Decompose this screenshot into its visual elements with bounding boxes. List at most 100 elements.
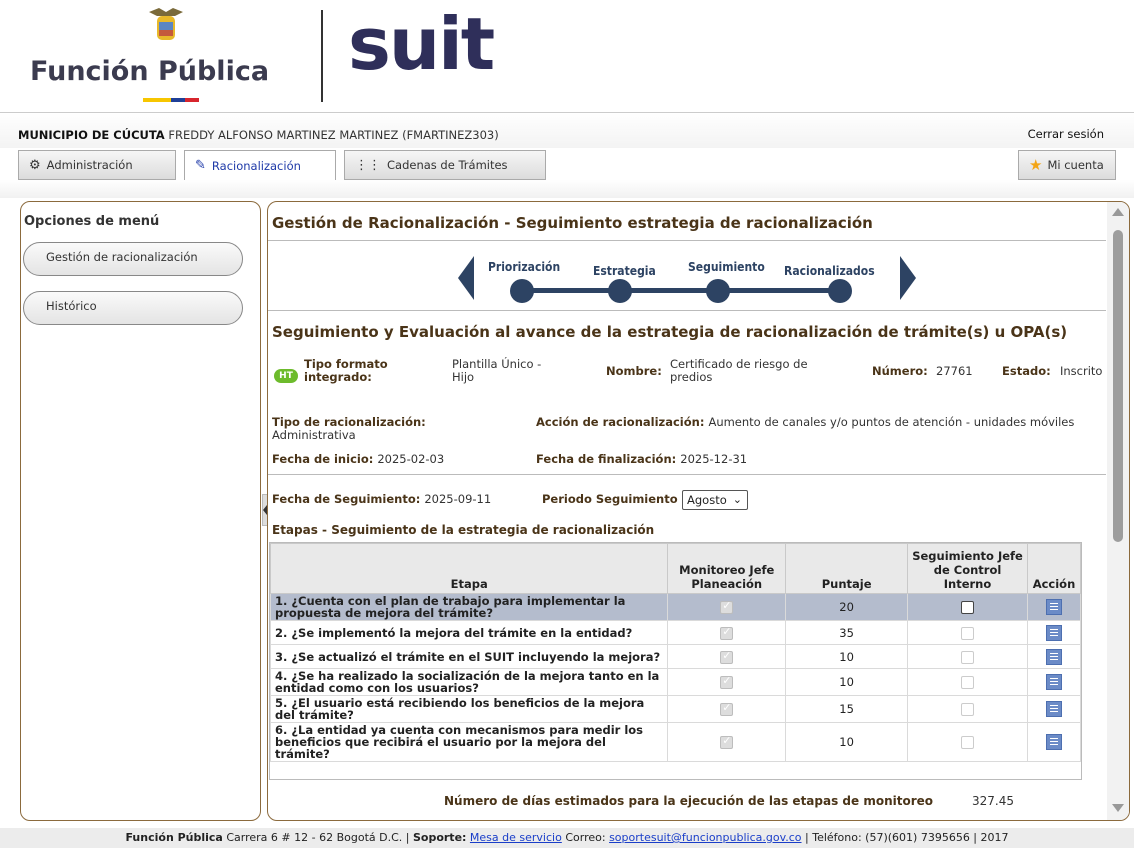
footer-correo-label: Correo: [565,831,606,844]
menu-item-gestion[interactable]: Gestión de racionalización [23,242,243,276]
user-info: MUNICIPIO DE CÚCUTA FREDDY ALFONSO MARTI… [18,128,499,142]
step-dot-priorizacion[interactable] [510,279,534,303]
scroll-thumb[interactable] [1113,230,1123,542]
table-row[interactable]: 1. ¿Cuenta con el plan de trabajo para i… [269,593,1082,621]
divider [268,474,1106,475]
dias-value: 327.45 [972,794,1014,808]
scroll-up-arrow-icon[interactable] [1112,208,1124,216]
step-label-seguimiento: Seguimiento [688,260,765,274]
section-subtitle: Seguimiento y Evaluación al avance de la… [272,323,1068,341]
tipo-racionalizacion-label-text: Tipo de racionalización: [272,415,426,429]
seguimiento-checkbox[interactable] [961,601,974,614]
step-label-priorizacion: Priorización [488,260,561,274]
step-dot-estrategia[interactable] [608,279,632,303]
monitoreo-checkbox [720,674,734,689]
seguimiento-cell [907,722,1028,762]
seguimiento-cell [907,668,1028,696]
monitoreo-cell [667,620,787,645]
fecha-seguimiento-label: Fecha de Seguimiento: [272,492,421,506]
vertical-scrollbar[interactable] [1107,202,1129,820]
puntaje-cell: 10 [785,644,909,669]
estado-value: Inscrito [1060,364,1103,378]
fecha-finalizacion: Fecha de finalización: 2025-12-31 [536,452,747,466]
accion-value: Aumento de canales y/o puntos de atenció… [708,415,1075,429]
col-puntaje: Puntaje [785,543,909,594]
my-account-button[interactable]: ★ Mi cuenta [1018,150,1116,180]
periodo-select[interactable]: Agosto ⌄ [682,490,748,510]
table-row[interactable]: 2. ¿Se implementó la mejora del trámite … [269,620,1082,645]
tipo-formato-value: Plantilla Único - Hijo [452,357,542,384]
fecha-fin-value: 2025-12-31 [680,452,748,466]
seguimiento-checkbox [961,736,974,749]
stepper-line [514,288,849,293]
etapa-cell: 6. ¿La entidad ya cuenta con mecanismos … [269,722,669,762]
footer-address: Carrera 6 # 12 - 62 Bogotá D.C. | [226,831,410,844]
ht-badge: HT [274,369,298,383]
etapa-cell: 2. ¿Se implementó la mejora del trámite … [269,620,669,645]
menu-item-historico[interactable]: Histórico [23,291,243,325]
accion-cell [1026,722,1082,762]
seguimiento-cell [907,620,1028,645]
site-header: Función Pública suit [0,0,1134,110]
tab-racionalizacion[interactable]: ✎ Racionalización [184,150,336,180]
funcion-publica-logo: Función Pública [30,6,300,106]
email-link[interactable]: soportesuit@funcionpublica.gov.co [609,831,801,844]
table-row[interactable]: 5. ¿El usuario está recibiendo los benef… [269,695,1082,723]
monitoreo-checkbox [720,701,734,716]
puntaje-cell: 20 [785,593,909,621]
accion-cell [1026,695,1082,723]
fecha-inicio-value: 2025-02-03 [377,452,445,466]
table-row[interactable]: 6. ¿La entidad ya cuenta con mecanismos … [269,722,1082,762]
monitoreo-cell [667,695,787,723]
col-accion: Acción [1026,543,1082,594]
edit-document-icon[interactable] [1045,701,1062,717]
table-row[interactable]: 3. ¿Se actualizó el trámite en el SUIT i… [269,644,1082,669]
account-label: Mi cuenta [1047,158,1104,172]
edit-document-icon[interactable] [1045,674,1062,690]
tab-label: Racionalización [211,158,301,173]
process-stepper: Priorización Estrategia Seguimiento Raci… [458,252,918,306]
logo-divider [321,10,323,102]
puntaje-cell: 10 [785,722,909,762]
etapas-title: Etapas - Seguimiento de la estrategia de… [272,523,655,537]
monitoreo-checkbox [720,649,734,664]
fecha-seguimiento: Fecha de Seguimiento: 2025-09-11 [272,492,491,506]
periodo-value: Agosto [687,493,727,507]
tipo-racionalizacion-value: Administrativa [272,428,356,442]
etapa-cell: 1. ¿Cuenta con el plan de trabajo para i… [269,593,669,621]
mesa-servicio-link[interactable]: Mesa de servicio [470,831,562,844]
etapa-cell: 4. ¿Se ha realizado la socialización de … [269,668,669,696]
scroll-down-arrow-icon[interactable] [1112,804,1124,812]
tab-label: Administración [46,158,133,172]
stepper-prev-arrow-icon[interactable] [458,256,474,300]
col-monitoreo: Monitoreo Jefe Planeación [667,543,787,594]
step-label-racionalizados: Racionalizados [784,264,875,278]
edit-document-icon[interactable] [1045,624,1062,641]
seguimiento-checkbox [961,650,974,664]
table-row[interactable]: 4. ¿Se ha realizado la socialización de … [269,668,1082,696]
seguimiento-checkbox [961,676,974,689]
star-icon: ★ [1029,156,1043,174]
monitoreo-cell [667,668,787,696]
seguimiento-cell [907,593,1028,621]
tipo-formato-label: Tipo formato integrado: [304,357,388,384]
user-bar: MUNICIPIO DE CÚCUTA FREDDY ALFONSO MARTI… [0,112,1134,148]
brand-left-text: Función Pública [30,56,270,87]
step-dot-racionalizados[interactable] [828,279,852,303]
puntaje-cell: 35 [785,620,909,645]
logout-link[interactable]: Cerrar sesión [1028,127,1104,141]
seguimiento-checkbox [961,626,974,640]
site-footer: Función Pública Carrera 6 # 12 - 62 Bogo… [0,828,1134,848]
tab-administracion[interactable]: ⚙ Administración [18,150,176,180]
stepper-next-arrow-icon[interactable] [900,256,916,300]
puntaje-cell: 10 [785,668,909,696]
edit-document-icon[interactable] [1045,648,1062,665]
tab-cadenas[interactable]: ⋮⋮ Cadenas de Trámites [344,150,546,180]
accion-cell [1026,644,1082,669]
edit-document-icon[interactable] [1045,599,1062,615]
tab-label: Cadenas de Trámites [387,158,508,172]
edit-icon: ✎ [195,158,206,173]
seguimiento-cell [907,695,1028,723]
step-dot-seguimiento[interactable] [706,279,730,303]
edit-document-icon[interactable] [1045,734,1062,750]
